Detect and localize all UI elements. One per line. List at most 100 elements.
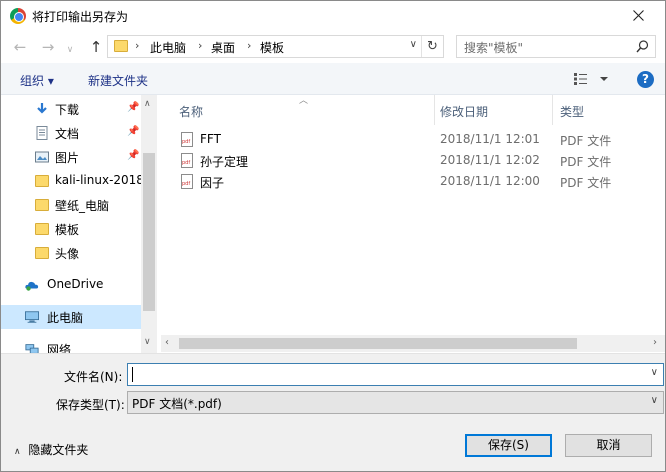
document-icon [36, 126, 48, 140]
pdf-file-icon [181, 153, 193, 168]
sidebar-item-network[interactable]: 网络 [1, 337, 141, 353]
hide-folders-button[interactable]: ∧ 隐藏文件夹 [14, 441, 88, 458]
column-divider[interactable] [552, 95, 553, 125]
file-name: 孙子定理 [200, 155, 249, 169]
sort-ascending-icon: ︿ [299, 96, 309, 106]
sidebar-item-avatar[interactable]: 头像 [1, 241, 141, 265]
sidebar-item-label: 此电脑 [47, 311, 84, 325]
sidebar-item-label: 模板 [55, 223, 80, 237]
cancel-button[interactable]: 取消 [565, 434, 652, 457]
navigation-pane: 下载 📌 文档 📌 图片 📌 kali-linux-2018- 壁纸_电脑 模板 [1, 95, 157, 353]
computer-icon [25, 311, 39, 323]
chevron-up-icon: ∧ [14, 447, 21, 457]
folder-icon [35, 175, 49, 187]
column-divider[interactable] [434, 95, 435, 125]
chevron-right-icon: › [198, 39, 203, 52]
filename-field[interactable]: ∨ [127, 363, 664, 386]
file-date: 2018/11/1 12:02 [440, 153, 540, 167]
filetype-select[interactable]: PDF 文档(*.pdf) ∨ [127, 391, 664, 414]
file-type: PDF 文件 [560, 134, 612, 148]
help-button[interactable]: ? [637, 71, 654, 88]
sidebar-item-label: 图片 [55, 151, 80, 165]
sidebar-item-label: kali-linux-2018- [55, 173, 149, 187]
chevron-down-icon[interactable]: ∨ [410, 39, 417, 50]
chevron-up-icon[interactable]: ∧ [144, 99, 151, 109]
scrollbar-thumb[interactable] [179, 338, 577, 349]
forward-button[interactable]: → [38, 37, 58, 57]
chevron-right-icon[interactable]: › [653, 337, 657, 348]
sidebar-item-downloads[interactable]: 下载 📌 [1, 97, 141, 121]
chevron-down-icon: ∨ [650, 395, 658, 406]
pdf-file-icon [181, 174, 193, 189]
close-icon [633, 10, 644, 21]
text-caret [132, 367, 133, 382]
sidebar-item-onedrive[interactable]: OneDrive [1, 273, 141, 297]
horizontal-scrollbar[interactable]: ‹ › [161, 335, 665, 352]
folder-icon [35, 223, 49, 235]
sidebar-item-wallpaper[interactable]: 壁纸_电脑 [1, 193, 141, 217]
network-icon [25, 344, 39, 353]
file-name: FFT [200, 132, 221, 146]
sidebar-item-label: 壁纸_电脑 [55, 199, 110, 213]
sidebar-item-label: 头像 [55, 247, 80, 261]
sidebar-item-pictures[interactable]: 图片 📌 [1, 145, 141, 169]
close-button[interactable] [619, 1, 659, 31]
address-bar[interactable]: › 此电脑 › 桌面 › 模板 ∨ ↻ [107, 35, 444, 58]
sidebar-item-this-pc[interactable]: 此电脑 [1, 305, 141, 329]
sidebar-item-kali-linux[interactable]: kali-linux-2018- [1, 169, 148, 193]
file-name: 因子 [200, 176, 225, 190]
navigation-bar: ← → ∨ ↑ › 此电脑 › 桌面 › 模板 ∨ ↻ 搜索"模板" [1, 31, 665, 63]
new-folder-button[interactable]: 新建文件夹 [88, 72, 148, 89]
details-view-icon [574, 73, 608, 85]
file-type: PDF 文件 [560, 155, 612, 169]
pin-icon[interactable]: 📌 [127, 150, 139, 161]
column-header-date[interactable]: 修改日期 [440, 103, 488, 120]
pin-icon[interactable]: 📌 [127, 102, 139, 113]
breadcrumb-desktop[interactable]: 桌面 [211, 39, 235, 56]
sidebar-item-label: 网络 [47, 343, 72, 353]
breadcrumb-templates[interactable]: 模板 [260, 39, 284, 56]
column-header-name[interactable]: 名称 [179, 103, 203, 120]
chevron-down-icon: ∨ [66, 45, 74, 55]
up-button[interactable]: ↑ [86, 37, 106, 57]
sidebar-item-label: 下载 [55, 103, 80, 117]
sidebar-item-templates[interactable]: 模板 [1, 217, 141, 241]
title-bar: 将打印输出另存为 [1, 1, 665, 31]
view-options-button[interactable] [574, 72, 610, 86]
file-row[interactable]: 因子 2018/11/1 12:00 PDF 文件 [179, 172, 665, 193]
sidebar-item-documents[interactable]: 文档 📌 [1, 121, 141, 145]
sidebar-item-label: OneDrive [47, 277, 104, 291]
scrollbar-thumb[interactable] [143, 153, 155, 311]
pdf-file-icon [181, 132, 193, 147]
chevron-down-icon[interactable]: ∨ [144, 337, 151, 347]
navigation-scrollbar[interactable]: ∧ ∨ [141, 95, 157, 353]
folder-icon [35, 247, 49, 259]
chevron-right-icon: › [135, 39, 140, 52]
search-input[interactable]: 搜索"模板" [456, 35, 656, 58]
command-bar: 组织 ▾ 新建文件夹 ? [1, 63, 665, 95]
refresh-button[interactable]: ↻ [421, 36, 443, 57]
chrome-icon [10, 8, 26, 24]
hide-folders-label: 隐藏文件夹 [28, 443, 89, 457]
sidebar-item-label: 文档 [55, 127, 80, 141]
file-date: 2018/11/1 12:00 [440, 174, 540, 188]
window-title: 将打印输出另存为 [32, 10, 129, 24]
chevron-left-icon[interactable]: ‹ [165, 337, 169, 348]
recent-locations-button[interactable]: ∨ [63, 37, 77, 57]
picture-icon [35, 151, 49, 163]
folder-icon [114, 40, 128, 52]
folder-icon [35, 199, 49, 211]
organize-button[interactable]: 组织 ▾ [20, 72, 54, 89]
back-button[interactable]: ← [10, 37, 30, 57]
file-row[interactable]: FFT 2018/11/1 12:01 PDF 文件 [179, 130, 665, 151]
breadcrumb-this-pc[interactable]: 此电脑 [150, 39, 186, 56]
filetype-value: PDF 文档(*.pdf) [132, 397, 222, 411]
search-icon [636, 40, 649, 53]
save-form: 文件名(N): ∨ 保存类型(T): PDF 文档(*.pdf) ∨ ∧ 隐藏文… [1, 353, 665, 471]
save-button[interactable]: 保存(S) [465, 434, 552, 457]
column-header-type[interactable]: 类型 [560, 103, 584, 120]
file-row[interactable]: 孙子定理 2018/11/1 12:02 PDF 文件 [179, 151, 665, 172]
pin-icon[interactable]: 📌 [127, 126, 139, 137]
file-type: PDF 文件 [560, 176, 612, 190]
chevron-down-icon[interactable]: ∨ [651, 367, 658, 378]
